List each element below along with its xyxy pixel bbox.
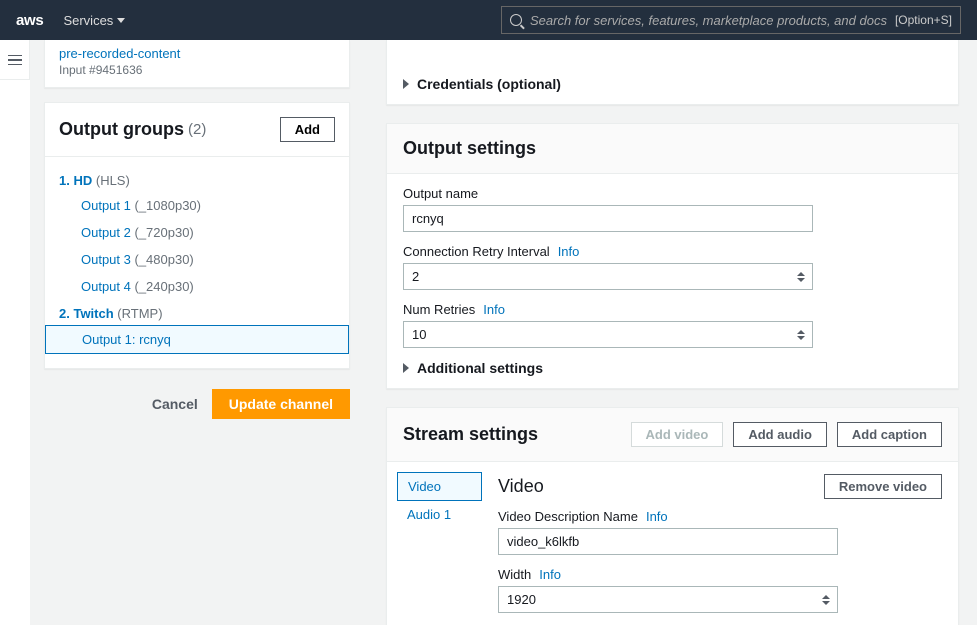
additional-settings-label: Additional settings [417,360,543,376]
retry-info-link[interactable]: Info [558,244,580,259]
remove-video-button[interactable]: Remove video [824,474,942,499]
credentials-expander[interactable]: Credentials (optional) [403,76,942,92]
chevron-right-icon [403,79,409,89]
stream-content-title: Video [498,476,544,497]
services-menu[interactable]: Services [63,13,125,28]
top-nav: aws Services Search for services, featur… [0,0,977,40]
video-desc-input[interactable] [498,528,838,555]
stream-tabs: Video Audio 1 [387,462,482,625]
input-id: Input #9451636 [59,63,335,77]
input-link[interactable]: pre-recorded-content [59,46,335,61]
add-audio-button[interactable]: Add audio [733,422,827,447]
add-video-button: Add video [631,422,724,447]
services-label: Services [63,13,113,28]
output-twitch-1[interactable]: Output 1: rcnyq [45,325,349,354]
output-group-hd[interactable]: 1. HD (HLS) [59,173,335,188]
chevron-right-icon [403,363,409,373]
width-input[interactable] [498,586,838,613]
credentials-panel: Credentials (optional) [386,40,959,105]
stream-settings-panel: Stream settings Add video Add audio Add … [386,407,959,625]
side-rail-toggle[interactable] [0,40,30,80]
output-settings-title: Output settings [387,124,958,174]
credentials-label: Credentials (optional) [417,76,561,92]
stream-settings-title: Stream settings [403,424,538,445]
output-name-input[interactable] [403,205,813,232]
output-groups-count: (2) [188,121,206,138]
tab-video[interactable]: Video [397,472,482,501]
output-name-label: Output name [403,186,478,201]
global-search[interactable]: Search for services, features, marketpla… [501,6,961,34]
chevron-down-icon [117,18,125,23]
tab-audio-1[interactable]: Audio 1 [397,501,482,528]
aws-logo[interactable]: aws [16,12,43,29]
output-hd-3[interactable]: Output 3 (_480p30) [59,246,335,273]
retry-interval-input[interactable] [403,263,813,290]
search-placeholder: Search for services, features, marketpla… [530,13,887,28]
output-hd-1[interactable]: Output 1 (_1080p30) [59,192,335,219]
add-caption-button[interactable]: Add caption [837,422,942,447]
width-label: Width [498,567,531,582]
add-output-group-button[interactable]: Add [280,117,335,142]
output-settings-panel: Output settings Output name Connection R… [386,123,959,389]
additional-settings-expander[interactable]: Additional settings [403,360,942,376]
output-hd-2[interactable]: Output 2 (_720p30) [59,219,335,246]
update-channel-button[interactable]: Update channel [212,389,350,419]
output-group-twitch[interactable]: 2. Twitch (RTMP) [59,306,335,321]
stream-settings-header: Stream settings Add video Add audio Add … [387,408,958,462]
sidebar-actions: Cancel Update channel [44,383,350,439]
video-desc-label: Video Description Name [498,509,638,524]
inputs-card-truncated: pre-recorded-content Input #9451636 [44,40,350,88]
sidebar: pre-recorded-content Input #9451636 Outp… [30,40,370,625]
retry-interval-label: Connection Retry Interval [403,244,550,259]
num-retries-input[interactable] [403,321,813,348]
output-hd-4[interactable]: Output 4 (_240p30) [59,273,335,300]
width-info-link[interactable]: Info [539,567,561,582]
main-content: Credentials (optional) Output settings O… [370,40,977,625]
output-groups-title: Output groups [59,119,184,140]
search-icon [510,14,522,26]
cancel-button[interactable]: Cancel [152,396,198,412]
hamburger-icon [8,55,22,65]
output-groups-header: Output groups (2) Add [45,103,349,157]
search-shortcut: [Option+S] [895,13,952,27]
num-retries-label: Num Retries [403,302,475,317]
video-desc-info-link[interactable]: Info [646,509,668,524]
output-groups-card: Output groups (2) Add 1. HD (HLS) Output… [44,102,350,369]
num-retries-info-link[interactable]: Info [483,302,505,317]
